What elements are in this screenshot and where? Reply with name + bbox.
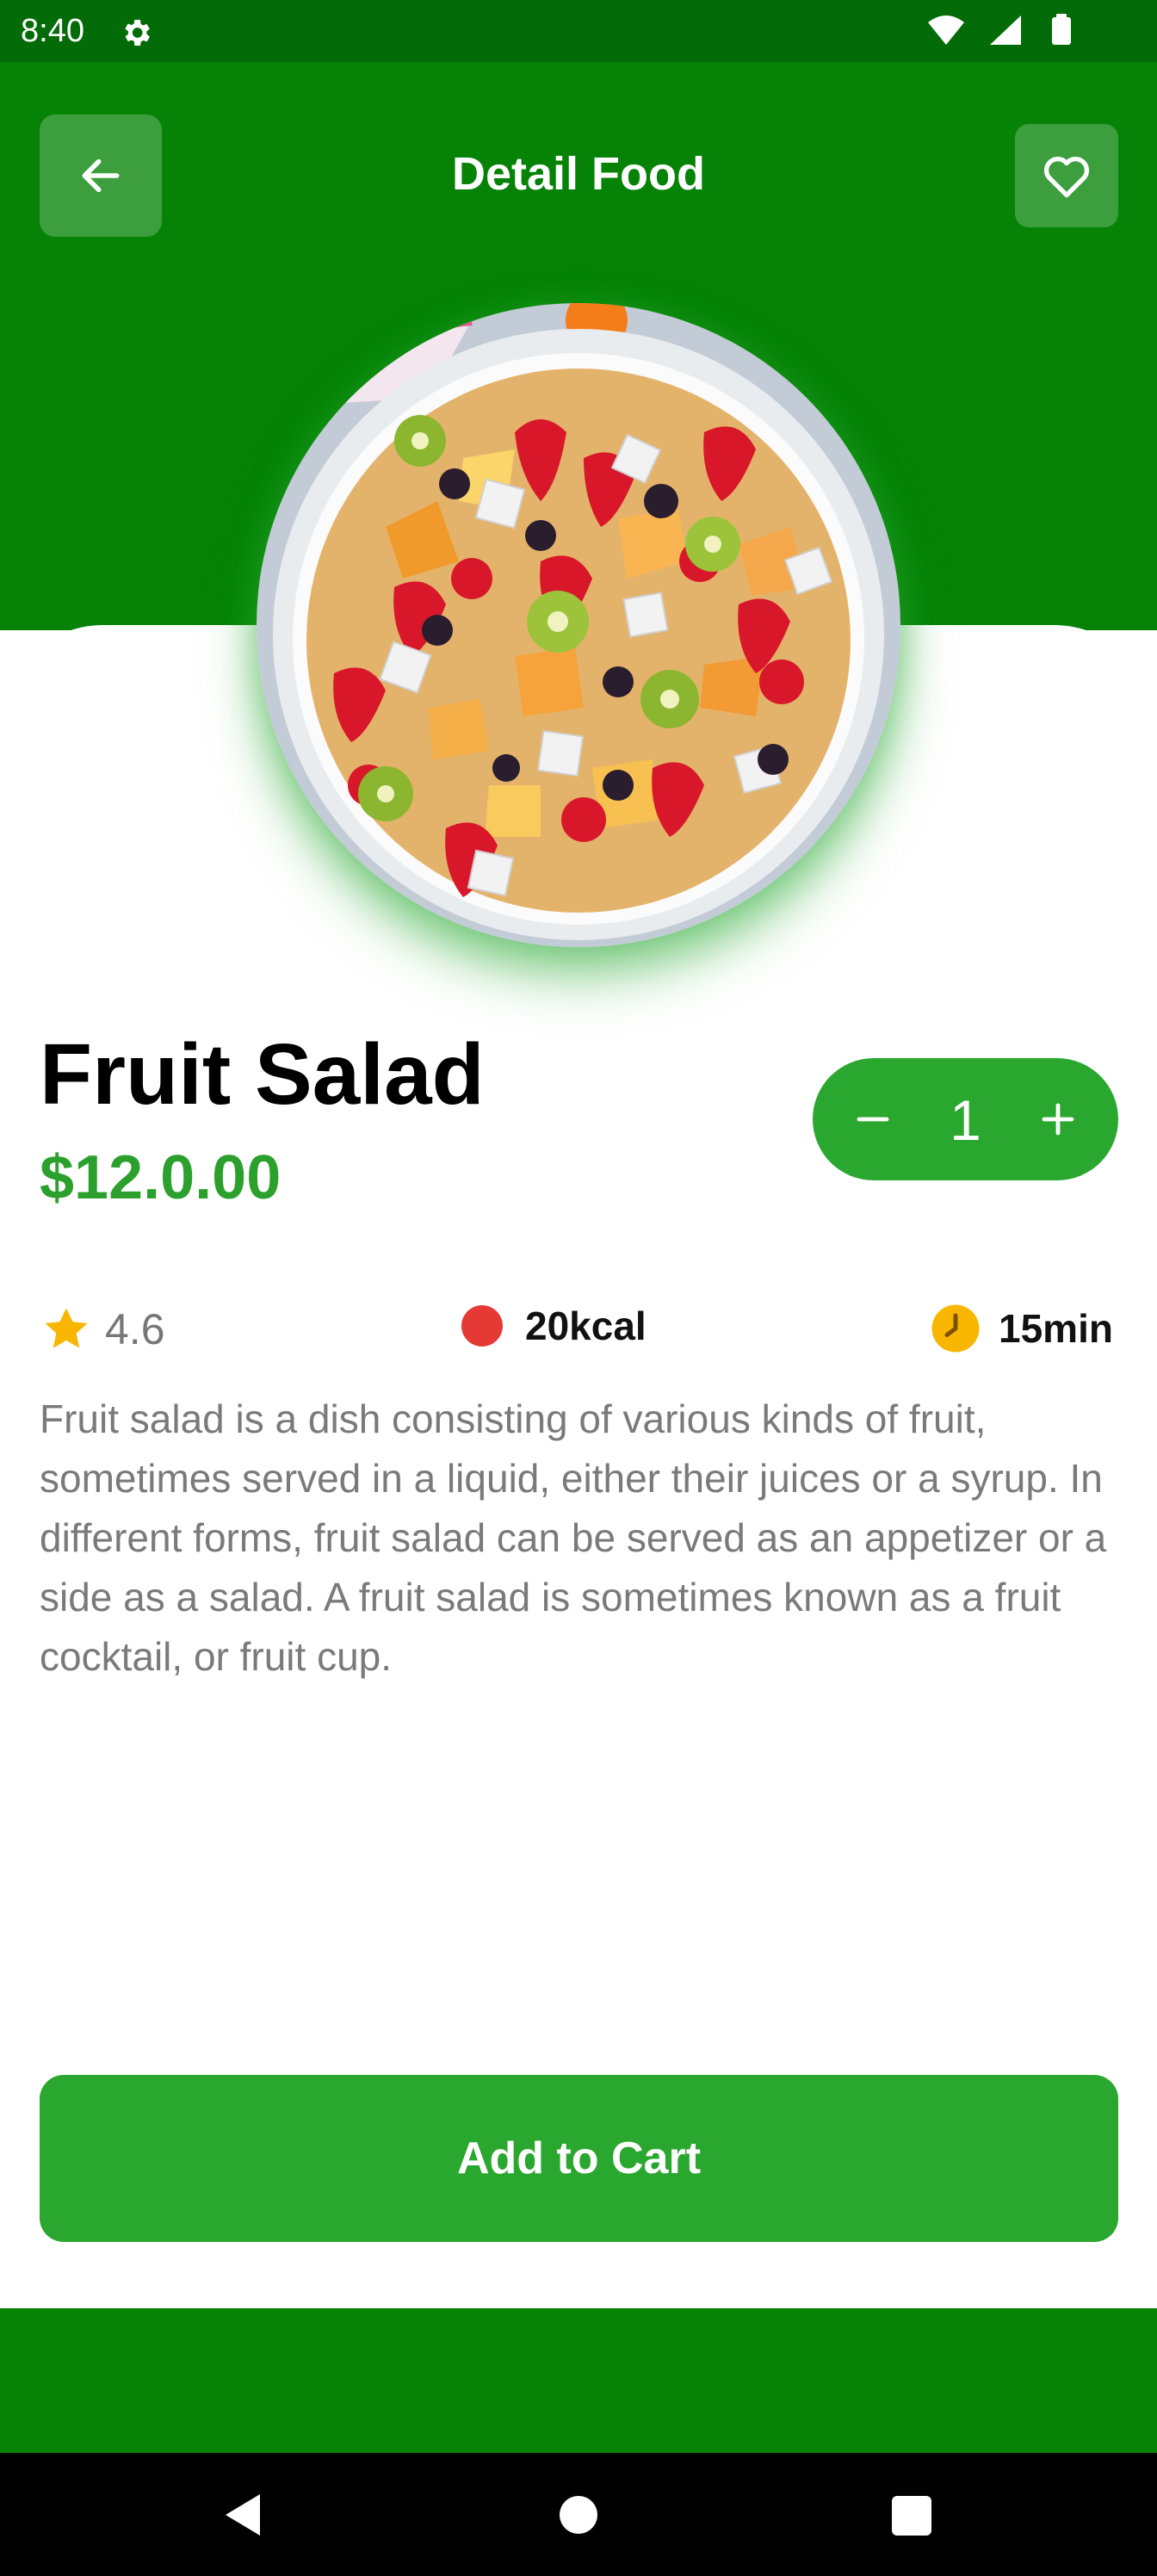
rating: 4.6 [40,1303,165,1356]
rating-value: 4.6 [105,1305,165,1353]
nav-home-icon[interactable] [560,2496,597,2534]
footer-background [0,2308,1157,2453]
plus-icon [1042,1103,1074,1136]
minus-icon [857,1117,889,1122]
food-price: $12.0.00 [40,1143,282,1212]
food-description: Fruit salad is a dish consisting of vari… [40,1396,1107,1679]
wifi-icon [928,15,964,45]
quantity-stepper: 1 [813,1058,1118,1180]
status-icons [928,14,1071,45]
food-info-row: 4.6 20kcal 15min [0,1296,1157,1365]
fruit-salad-illustration [257,303,900,947]
add-to-cart-button[interactable]: Add to Cart [40,2075,1118,2242]
prep-time-value: 15min [999,1306,1113,1351]
calories-value: 20kcal [525,1303,647,1348]
nav-recent-apps-icon[interactable] [892,2496,931,2536]
food-image [257,303,900,947]
add-to-cart-label: Add to Cart [456,2133,702,2183]
star-icon [45,1308,88,1348]
heart-outline-icon [1043,157,1090,198]
food-name: Fruit Salad [40,1026,485,1123]
red-dot-icon [461,1305,503,1347]
status-bar: 8:40 [0,0,1157,62]
status-time: 8:40 [21,13,84,49]
prep-time: 15min [930,1303,1113,1354]
battery-icon [1052,17,1071,45]
settings-gear-icon [125,20,150,46]
increase-quantity-button[interactable] [998,1058,1118,1180]
signal-icon [990,15,1021,45]
page-title: Detail Food [452,148,705,200]
nav-back-icon[interactable] [220,2491,263,2539]
decrease-quantity-button[interactable] [813,1058,933,1180]
clock-icon [931,1304,980,1353]
favorite-button[interactable] [1015,124,1118,227]
calories: 20kcal [461,1303,647,1349]
